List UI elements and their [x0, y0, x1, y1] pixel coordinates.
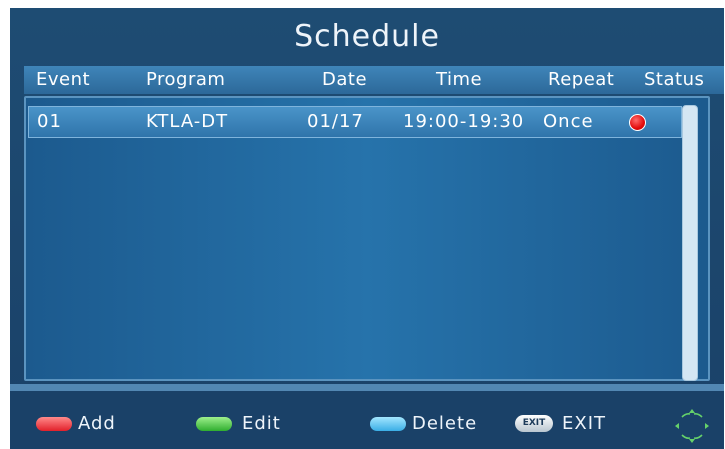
schedule-list: 01 KTLA-DT 01/17 19:00-19:30 Once: [24, 96, 710, 381]
column-header-repeat: Repeat: [548, 69, 615, 90]
row-event: 01: [37, 111, 62, 132]
footer-divider: [10, 384, 724, 391]
green-key-icon[interactable]: [196, 417, 232, 431]
column-header-date: Date: [322, 69, 368, 90]
scrollbar[interactable]: [682, 105, 698, 381]
row-program: KTLA-DT: [146, 111, 229, 132]
add-label: Add: [78, 413, 116, 434]
blue-key-icon[interactable]: [370, 417, 406, 431]
exit-key-icon[interactable]: EXIT: [515, 415, 553, 432]
table-header: Event Program Date Time Repeat Status: [24, 66, 724, 94]
column-header-event: Event: [36, 69, 91, 90]
schedule-screen: Schedule Event Program Date Time Repeat …: [10, 8, 724, 449]
page-title: Schedule: [294, 19, 440, 54]
row-repeat: Once: [543, 111, 594, 132]
column-header-status: Status: [644, 69, 705, 90]
row-time: 19:00-19:30: [403, 111, 525, 132]
recording-dot-icon: [629, 114, 646, 131]
delete-label: Delete: [412, 413, 478, 434]
footer-bar: Add Edit Delete EXIT EXIT: [10, 391, 724, 449]
row-date: 01/17: [307, 111, 364, 132]
column-header-program: Program: [146, 69, 226, 90]
edit-label: Edit: [242, 413, 281, 434]
table-row[interactable]: 01 KTLA-DT 01/17 19:00-19:30 Once: [28, 106, 682, 138]
column-header-time: Time: [436, 69, 483, 90]
exit-label: EXIT: [562, 413, 607, 434]
red-key-icon[interactable]: [36, 417, 72, 431]
navigation-arrows-icon: [675, 409, 709, 443]
